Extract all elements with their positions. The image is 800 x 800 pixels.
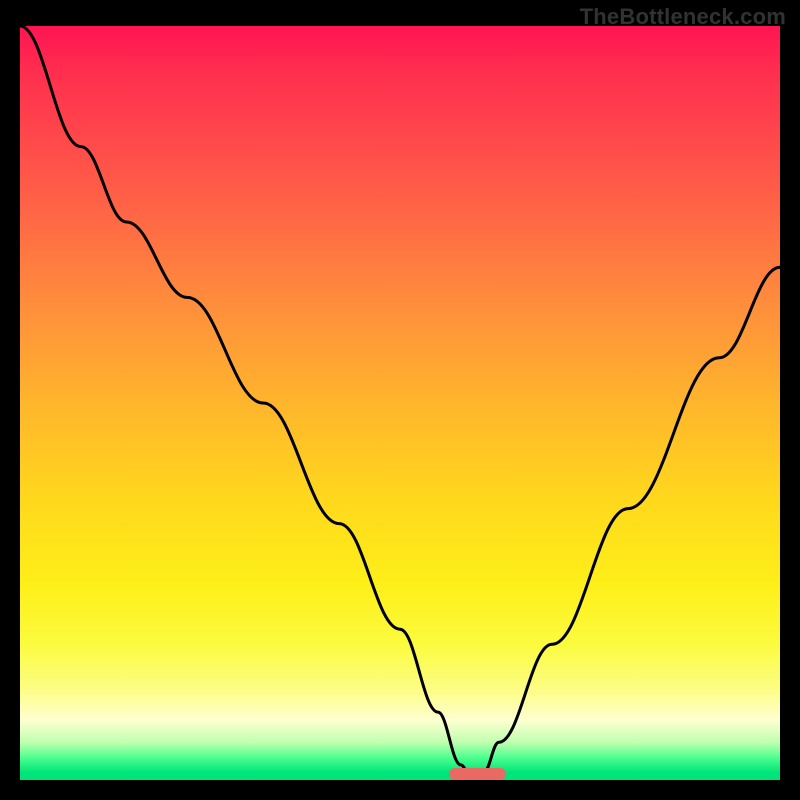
chart-frame: TheBottleneck.com [0,0,800,800]
curve-layer [20,26,780,780]
watermark-text: TheBottleneck.com [580,4,786,30]
optimal-range-marker [449,768,506,780]
plot-area [20,26,780,780]
bottleneck-curve-path [20,26,780,780]
